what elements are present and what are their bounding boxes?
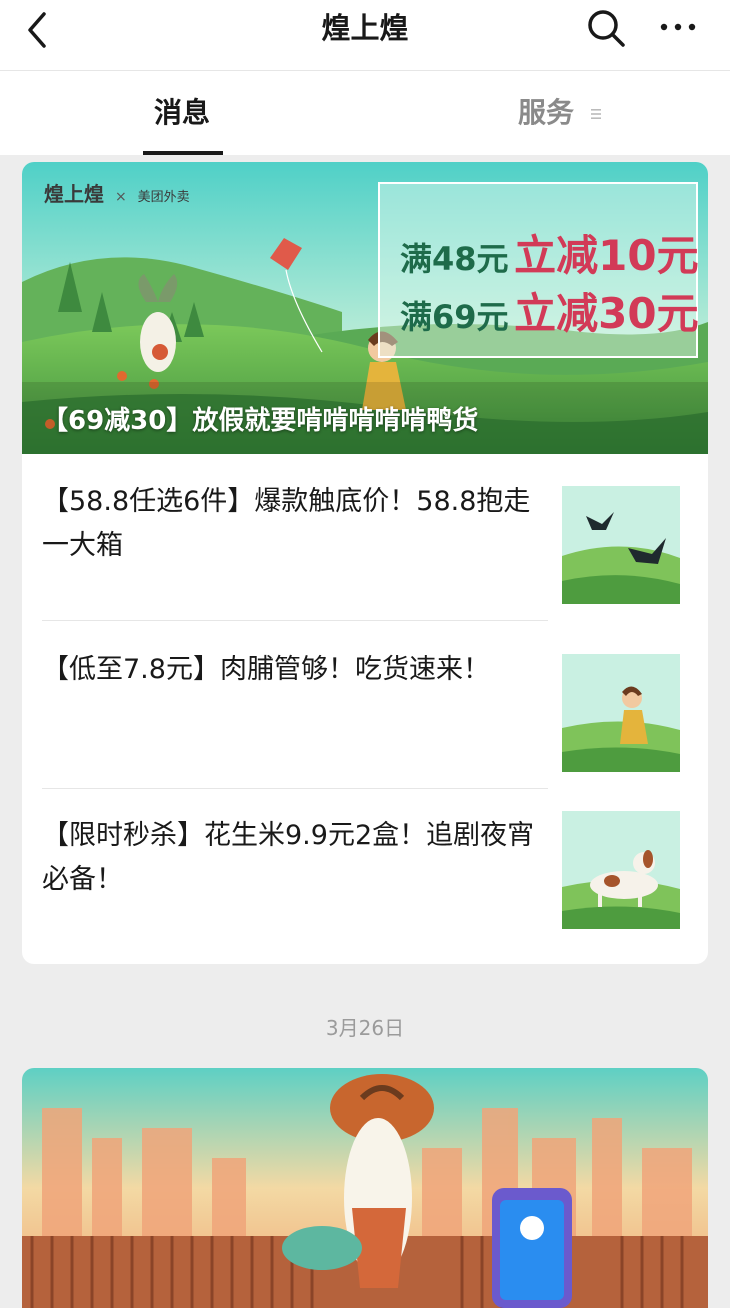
search-icon[interactable] bbox=[584, 6, 628, 50]
tab-messages[interactable]: 消息 bbox=[154, 95, 210, 131]
featured-article-title: 【69减30】放假就要啃啃啃啃啃鸭货 bbox=[42, 406, 479, 436]
article-card-banner[interactable] bbox=[22, 1068, 708, 1308]
tab-services[interactable]: 服务 bbox=[518, 95, 602, 131]
article-title: 【58.8任选6件】爆款触底价！58.8抱走一大箱 bbox=[42, 486, 531, 561]
date-separator: 3月26日 bbox=[325, 1016, 405, 1040]
divider bbox=[42, 788, 548, 789]
brand-name: 煌上煌 bbox=[44, 182, 104, 206]
promo-discount-1: 立减10元 bbox=[514, 231, 699, 280]
partner-logo: 美团外卖 bbox=[137, 190, 190, 205]
article-title: 【限时秒杀】花生米9.9元2盒！追剧夜宵必备！ bbox=[42, 820, 535, 895]
article-thumbnail bbox=[562, 654, 680, 772]
active-tab-indicator bbox=[143, 151, 223, 155]
tab-bar: 消息 服务 bbox=[0, 71, 730, 155]
list-item[interactable]: 【低至7.8元】肉脯管够！吃货速来！ bbox=[22, 648, 708, 788]
list-item[interactable]: 【限时秒杀】花生米9.9元2盒！追剧夜宵必备！ bbox=[22, 811, 708, 954]
featured-article-banner[interactable]: 煌上煌 × 美团外卖 满48元 立减10元 满69元 立减30元 【69减30】… bbox=[22, 162, 708, 454]
cross-mark: × bbox=[114, 189, 127, 205]
top-bar: 煌上煌 bbox=[0, 0, 730, 71]
promo-line-2: 满69元 立减30元 bbox=[400, 280, 699, 341]
list-item[interactable]: 【58.8任选6件】爆款触底价！58.8抱走一大箱 bbox=[22, 480, 708, 620]
article-title: 【低至7.8元】肉脯管够！吃货速来！ bbox=[42, 654, 490, 685]
article-card: 煌上煌 × 美团外卖 满48元 立减10元 满69元 立减30元 【69减30】… bbox=[22, 162, 708, 964]
more-options-icon[interactable] bbox=[656, 12, 700, 42]
article-thumbnail bbox=[562, 811, 680, 929]
promo-box: 满48元 立减10元 满69元 立减30元 bbox=[378, 182, 699, 358]
banner-illustration bbox=[22, 1068, 708, 1308]
brand-logo: 煌上煌 × 美团外卖 bbox=[44, 178, 190, 207]
menu-lines-icon bbox=[590, 109, 601, 119]
tab-services-label: 服务 bbox=[518, 96, 575, 129]
promo-discount-2: 立减30元 bbox=[514, 289, 699, 338]
divider bbox=[42, 620, 548, 621]
article-thumbnail bbox=[562, 486, 680, 604]
promo-line-1: 满48元 立减10元 bbox=[400, 222, 699, 283]
promo-threshold-1: 满48元 bbox=[400, 240, 509, 278]
promo-threshold-2: 满69元 bbox=[400, 298, 509, 336]
